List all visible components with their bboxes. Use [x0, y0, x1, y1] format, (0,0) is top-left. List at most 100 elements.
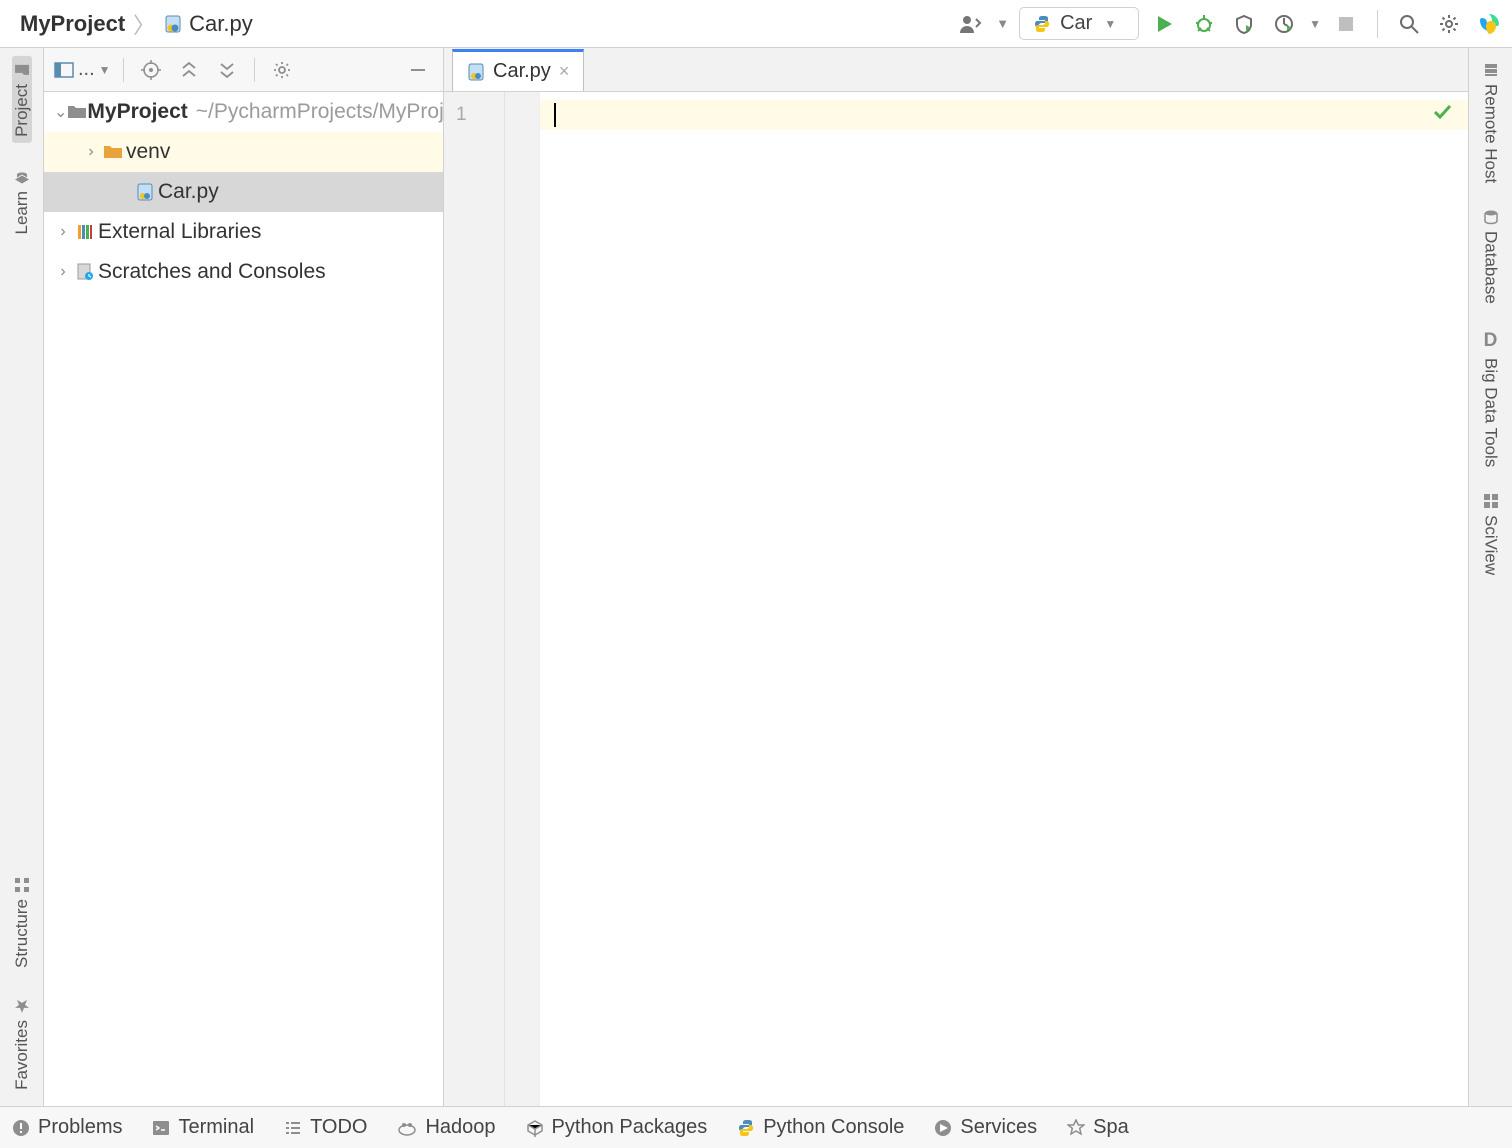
services-label: Services	[960, 1116, 1037, 1139]
graduation-cap-icon	[14, 169, 30, 185]
coverage-icon[interactable]	[1229, 9, 1259, 39]
tool-database[interactable]: Database	[1481, 209, 1501, 304]
python-file-icon	[132, 183, 158, 201]
collapse-all-icon[interactable]	[212, 55, 242, 85]
terminal-icon	[152, 1119, 170, 1137]
tool-hadoop[interactable]: Hadoop	[397, 1116, 495, 1139]
code-area[interactable]	[540, 92, 1468, 1106]
editor-tabstrip: Car.py ×	[444, 48, 1468, 92]
expand-all-icon[interactable]	[174, 55, 204, 85]
tool-structure[interactable]: Structure	[12, 871, 32, 974]
chevron-right-icon[interactable]: ›	[82, 143, 100, 161]
chevron-right-icon[interactable]: ›	[54, 223, 72, 241]
close-icon[interactable]: ×	[559, 61, 570, 82]
tree-file-label: Car.py	[158, 180, 219, 204]
separator	[1377, 10, 1378, 38]
breadcrumbs: MyProject 〉 Car.py	[20, 8, 253, 40]
tree-venv[interactable]: › venv	[44, 132, 443, 172]
project-view-label: ...	[78, 58, 95, 81]
tree-file-car[interactable]: Car.py	[44, 172, 443, 212]
chevron-down-icon[interactable]: ▼	[996, 16, 1009, 31]
structure-icon	[14, 877, 30, 893]
editor-tab-label: Car.py	[493, 60, 551, 83]
locate-file-icon[interactable]	[136, 55, 166, 85]
chevron-down-icon: ▼	[1104, 17, 1116, 31]
top-navigation-bar: MyProject 〉 Car.py ▼ Car ▼	[0, 0, 1512, 48]
tool-spark[interactable]: Spa	[1067, 1116, 1129, 1139]
run-icon[interactable]	[1149, 9, 1179, 39]
tree-external-libs[interactable]: › External Libraries	[44, 212, 443, 252]
todo-label: TODO	[310, 1116, 367, 1139]
python-packages-label: Python Packages	[552, 1116, 708, 1139]
breadcrumb-project[interactable]: MyProject	[20, 11, 125, 37]
tool-big-data[interactable]: D Big Data Tools	[1481, 330, 1501, 467]
tool-services[interactable]: Services	[934, 1116, 1037, 1139]
gear-icon[interactable]	[267, 55, 297, 85]
project-tree[interactable]: ⌄ MyProject ~/PycharmProjects/MyProject …	[44, 92, 443, 1106]
hadoop-icon	[397, 1119, 417, 1137]
tree-root[interactable]: ⌄ MyProject ~/PycharmProjects/MyProject	[44, 92, 443, 132]
chevron-down-icon: ▼	[99, 63, 111, 77]
tool-python-packages[interactable]: Python Packages	[526, 1116, 708, 1139]
run-config-label: Car	[1060, 12, 1092, 35]
tree-scratches[interactable]: › Scratches and Consoles	[44, 252, 443, 292]
add-user-icon[interactable]	[956, 9, 986, 39]
hide-panel-icon[interactable]	[403, 55, 433, 85]
tool-database-label: Database	[1481, 231, 1501, 304]
chevron-down-icon[interactable]: ⌄	[54, 102, 67, 122]
tool-learn[interactable]: Learn	[12, 163, 32, 240]
debug-icon[interactable]	[1189, 9, 1219, 39]
chevron-down-icon[interactable]: ▼	[1309, 17, 1321, 31]
warning-icon	[12, 1119, 30, 1137]
tool-remote-host[interactable]: Remote Host	[1481, 62, 1501, 183]
tree-extlibs-label: External Libraries	[98, 220, 261, 244]
chevron-right-icon[interactable]: ›	[54, 263, 72, 281]
app-root: MyProject 〉 Car.py ▼ Car ▼	[0, 0, 1512, 1148]
editor-tab-car[interactable]: Car.py ×	[452, 49, 584, 91]
tool-terminal[interactable]: Terminal	[152, 1116, 254, 1139]
tool-structure-label: Structure	[12, 899, 32, 968]
project-view-selector[interactable]: ... ▼	[54, 58, 111, 81]
hadoop-label: Hadoop	[425, 1116, 495, 1139]
tree-root-path: ~/PycharmProjects/MyProject	[196, 100, 443, 124]
tool-project[interactable]: Project	[12, 56, 32, 143]
star-outline-icon	[1067, 1119, 1085, 1137]
folder-icon	[67, 104, 87, 120]
text-caret	[554, 103, 556, 127]
python-file-icon	[163, 14, 183, 34]
profile-icon[interactable]	[1269, 9, 1299, 39]
editor-gutter: 1	[444, 92, 540, 1106]
python-file-icon	[467, 63, 485, 81]
inspection-ok-icon[interactable]	[1432, 102, 1452, 122]
tool-favorites[interactable]: Favorites	[12, 992, 32, 1096]
left-tool-strip: Project Learn Structure Favorites	[0, 48, 44, 1106]
server-icon	[1483, 62, 1499, 78]
breadcrumb-file[interactable]: Car.py	[163, 11, 253, 37]
code-line-1[interactable]	[540, 100, 1468, 130]
chevron-right-icon: 〉	[133, 8, 155, 40]
tool-learn-label: Learn	[12, 191, 32, 234]
libraries-icon	[72, 223, 98, 241]
run-configuration-selector[interactable]: Car ▼	[1019, 7, 1139, 40]
stop-icon[interactable]	[1331, 9, 1361, 39]
editor-body[interactable]: 1	[444, 92, 1468, 1106]
tool-remotehost-label: Remote Host	[1481, 84, 1501, 183]
tool-problems[interactable]: Problems	[12, 1116, 122, 1139]
breadcrumb-file-label: Car.py	[189, 11, 253, 37]
tree-root-label: MyProject	[87, 100, 187, 124]
search-icon[interactable]	[1394, 9, 1424, 39]
settings-icon[interactable]	[1434, 9, 1464, 39]
jetbrains-space-icon[interactable]	[1474, 9, 1504, 39]
project-toolbar: ... ▼	[44, 48, 443, 92]
big-data-badge: D	[1484, 330, 1498, 352]
packages-icon	[526, 1119, 544, 1137]
spark-label: Spa	[1093, 1116, 1129, 1139]
python-icon	[737, 1119, 755, 1137]
tool-todo[interactable]: TODO	[284, 1116, 367, 1139]
python-console-label: Python Console	[763, 1116, 904, 1139]
tool-python-console[interactable]: Python Console	[737, 1116, 904, 1139]
tool-favorites-label: Favorites	[12, 1020, 32, 1090]
python-icon	[1032, 14, 1052, 34]
tool-project-label: Project	[12, 84, 32, 137]
tool-sciview[interactable]: SciView	[1481, 493, 1501, 575]
